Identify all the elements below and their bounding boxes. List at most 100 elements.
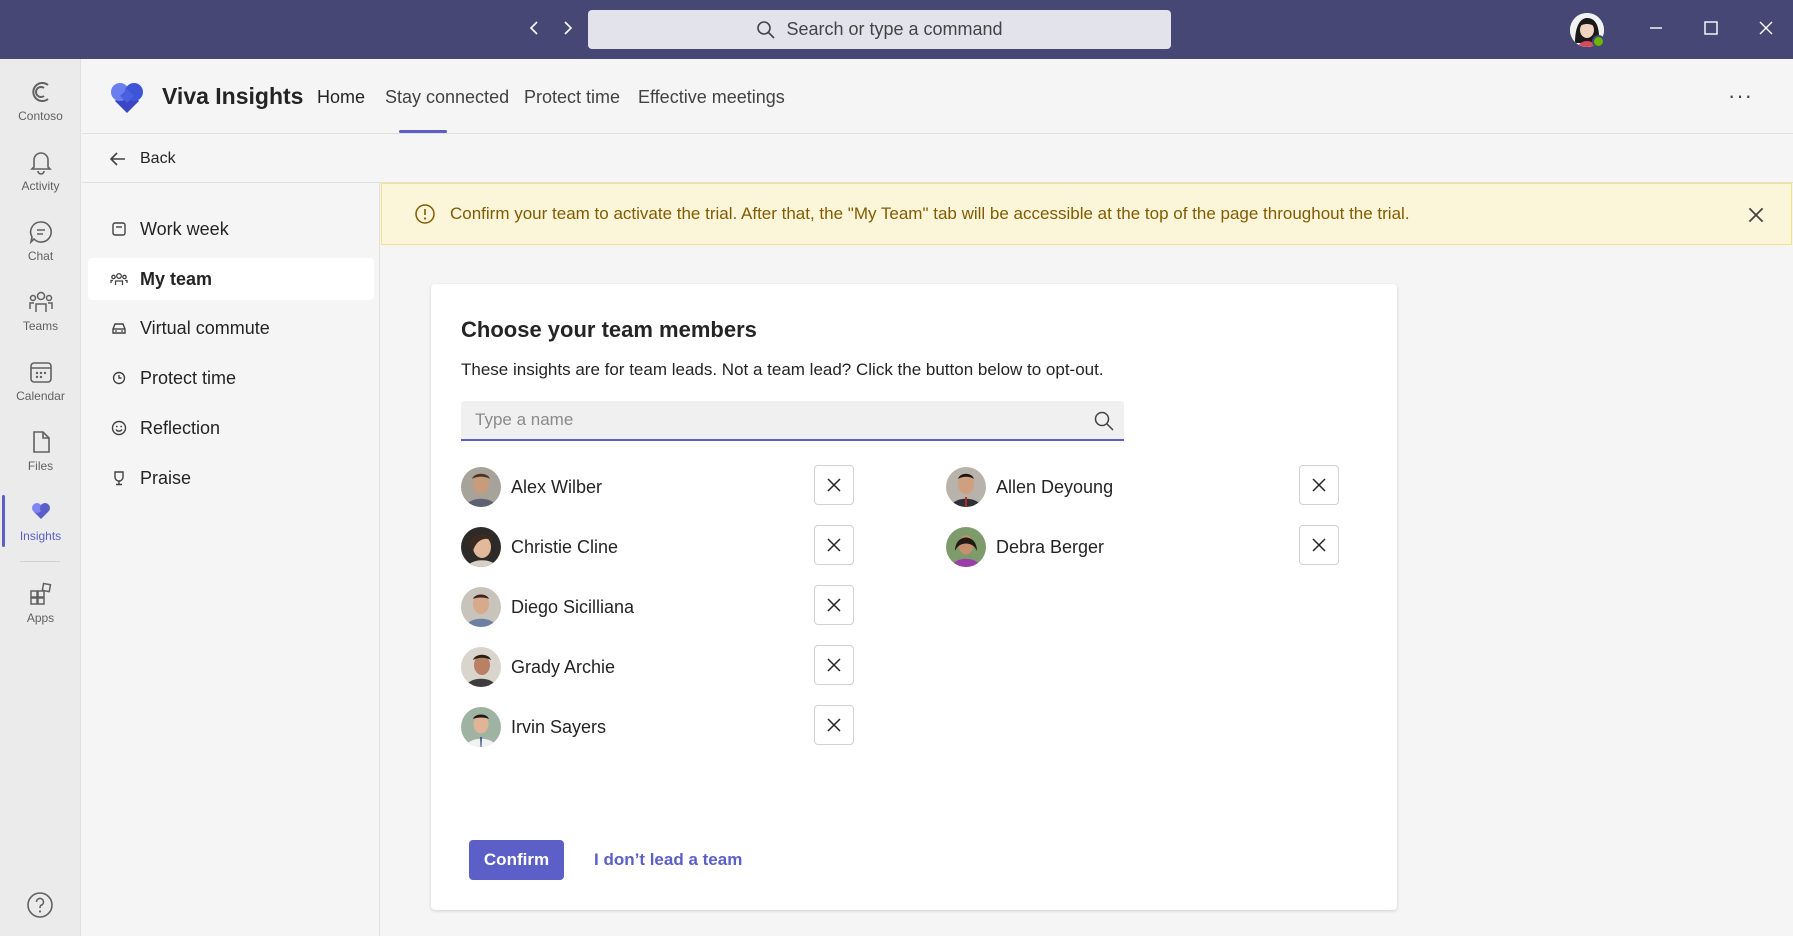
search-icon[interactable] xyxy=(1093,410,1115,432)
team-selection-card: Choose your team members These insights … xyxy=(431,284,1397,910)
tab-protect-time[interactable]: Protect time xyxy=(524,87,620,108)
member-name: Alex Wilber xyxy=(511,476,603,497)
card-title: Choose your team members xyxy=(461,317,757,342)
close-icon[interactable] xyxy=(1745,204,1767,226)
remove-member-button[interactable] xyxy=(814,465,854,505)
member-avatar xyxy=(461,467,501,507)
rail-item-files[interactable]: Files xyxy=(0,419,81,483)
search-icon xyxy=(757,20,776,39)
tab-effective-meetings[interactable]: Effective meetings xyxy=(638,87,785,108)
close-icon xyxy=(827,538,841,552)
remove-member-button[interactable] xyxy=(814,705,854,745)
nav-item-label: Praise xyxy=(140,467,192,488)
member-item: Debra Berger xyxy=(946,526,1104,568)
search-placeholder: Search or type a command xyxy=(786,19,1003,39)
calendar-small-icon xyxy=(112,222,126,236)
remove-member-button[interactable] xyxy=(1299,465,1339,505)
member-avatar xyxy=(461,527,501,567)
member-avatar xyxy=(461,587,501,627)
close-window-icon[interactable] xyxy=(1754,16,1778,40)
rail-item-activity[interactable]: Activity xyxy=(0,139,81,203)
member-item: Grady Archie xyxy=(461,646,615,688)
rail-label: Apps xyxy=(26,611,55,625)
close-icon xyxy=(827,718,841,732)
rail-divider xyxy=(20,561,60,562)
member-avatar xyxy=(946,527,986,567)
nav-item-label: Virtual commute xyxy=(140,317,270,338)
name-search-input[interactable] xyxy=(461,401,1124,441)
member-name: Irvin Sayers xyxy=(511,716,607,737)
member-item: Alex Wilber xyxy=(461,466,602,508)
contoso-logo-icon xyxy=(31,82,49,102)
title-bar: Search or type a command xyxy=(0,0,1793,59)
confirm-button[interactable]: Confirm xyxy=(469,840,564,880)
rail-label: Calendar xyxy=(16,389,65,403)
presence-available-icon xyxy=(1592,35,1605,48)
nav-item-my-team[interactable]: My team xyxy=(88,258,374,300)
help-icon[interactable] xyxy=(26,891,54,919)
forward-arrow-icon[interactable] xyxy=(558,16,578,40)
trophy-icon xyxy=(114,471,124,486)
nav-item-label: Work week xyxy=(140,218,229,239)
member-name: Christie Cline xyxy=(511,536,619,557)
nav-item-label: Reflection xyxy=(140,417,221,438)
close-icon xyxy=(827,478,841,492)
insights-icon xyxy=(31,503,50,519)
command-search-box[interactable]: Search or type a command xyxy=(588,10,1171,49)
app-title: Viva Insights xyxy=(162,83,304,109)
rail-item-contoso[interactable]: Contoso xyxy=(0,69,81,133)
member-name: Debra Berger xyxy=(996,536,1105,557)
rail-item-teams[interactable]: Teams xyxy=(0,279,81,343)
rail-item-chat[interactable]: Chat xyxy=(0,209,81,273)
app-rail: Contoso Activity Chat Teams Calendar Fil… xyxy=(0,59,81,936)
remove-member-button[interactable] xyxy=(814,645,854,685)
rail-label: Teams xyxy=(22,319,59,333)
back-label: Back xyxy=(140,149,176,167)
calendar-icon xyxy=(29,362,52,383)
tab-stay-connected[interactable]: Stay connected xyxy=(385,87,509,108)
nav-item-virtual-commute[interactable]: Virtual commute xyxy=(88,307,374,349)
nav-item-praise[interactable]: Praise xyxy=(88,457,374,499)
maximize-icon[interactable] xyxy=(1699,16,1723,40)
member-item: Diego Sicilliana xyxy=(461,586,634,628)
nav-item-label: My team xyxy=(140,268,213,289)
member-name: Allen Deyoung xyxy=(996,476,1114,497)
rail-item-insights[interactable]: Insights xyxy=(0,489,81,553)
close-icon xyxy=(1312,538,1326,552)
nav-item-reflection[interactable]: Reflection xyxy=(88,407,374,449)
back-arrow-icon[interactable] xyxy=(524,16,544,40)
people-icon xyxy=(110,273,128,285)
member-item: Allen Deyoung xyxy=(946,466,1113,508)
trial-info-banner: Confirm your team to activate the trial.… xyxy=(381,183,1792,245)
file-icon xyxy=(32,431,50,453)
remove-member-button[interactable] xyxy=(814,585,854,625)
nav-item-work-week[interactable]: Work week xyxy=(88,208,374,250)
card-description: These insights are for team leads. Not a… xyxy=(461,360,1104,379)
opt-out-link[interactable]: I don’t lead a team xyxy=(594,850,742,870)
banner-text: Confirm your team to activate the trial.… xyxy=(450,204,1410,223)
rail-item-apps[interactable]: Apps xyxy=(0,571,81,635)
rail-label: Activity xyxy=(21,179,60,193)
remove-member-button[interactable] xyxy=(814,525,854,565)
member-avatar xyxy=(946,467,986,507)
tab-home[interactable]: Home xyxy=(317,87,365,108)
member-name: Grady Archie xyxy=(511,656,616,677)
nav-item-protect-time[interactable]: Protect time xyxy=(88,357,374,399)
chat-icon xyxy=(29,221,52,245)
more-options-icon[interactable]: ··· xyxy=(1728,83,1756,111)
info-icon xyxy=(415,204,435,224)
member-avatar xyxy=(461,707,501,747)
member-name: Diego Sicilliana xyxy=(511,596,635,617)
rail-item-calendar[interactable]: Calendar xyxy=(0,349,81,413)
close-icon xyxy=(1312,478,1326,492)
car-icon xyxy=(112,323,126,334)
remove-member-button[interactable] xyxy=(1299,525,1339,565)
member-avatar xyxy=(461,647,501,687)
back-link[interactable]: Back xyxy=(82,135,380,182)
active-tab-indicator xyxy=(399,130,447,133)
bell-icon xyxy=(29,152,52,175)
close-icon xyxy=(827,658,841,672)
member-item: Christie Cline xyxy=(461,526,618,568)
minimize-icon[interactable] xyxy=(1644,16,1668,40)
member-item: Irvin Sayers xyxy=(461,706,606,748)
